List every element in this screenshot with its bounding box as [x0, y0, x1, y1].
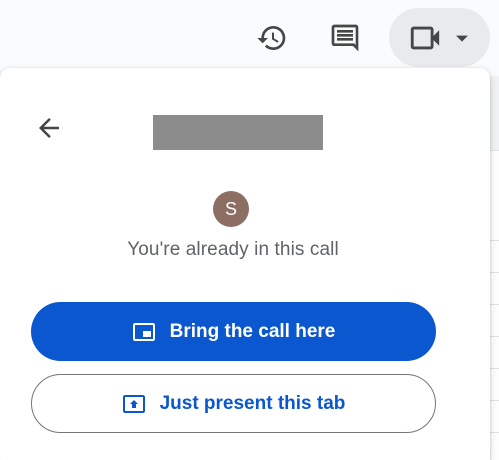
avatar: S — [213, 191, 249, 227]
redacted-meeting-title — [153, 115, 323, 150]
version-history-button[interactable] — [252, 18, 292, 58]
avatar-initial: S — [224, 198, 237, 219]
page: S You're already in this call Bring the … — [0, 0, 499, 460]
picture-in-picture-icon — [132, 320, 156, 344]
meet-call-panel: S You're already in this call Bring the … — [0, 68, 490, 460]
caret-down-icon — [456, 35, 468, 42]
video-camera-icon — [410, 26, 440, 49]
status-text: You're already in this call — [127, 239, 339, 260]
bring-call-here-label: Bring the call here — [169, 320, 336, 342]
bring-call-here-button[interactable]: Bring the call here — [31, 302, 436, 361]
present-to-all-icon — [122, 392, 146, 416]
comments-button[interactable] — [325, 18, 365, 58]
top-toolbar — [0, 0, 499, 76]
comments-icon — [331, 24, 359, 52]
present-tab-label: Just present this tab — [159, 392, 346, 414]
back-button[interactable] — [26, 108, 72, 148]
present-tab-button[interactable]: Just present this tab — [31, 374, 436, 433]
arrow-back-icon — [39, 118, 59, 138]
history-icon — [257, 26, 286, 51]
meet-call-button[interactable] — [389, 8, 490, 67]
